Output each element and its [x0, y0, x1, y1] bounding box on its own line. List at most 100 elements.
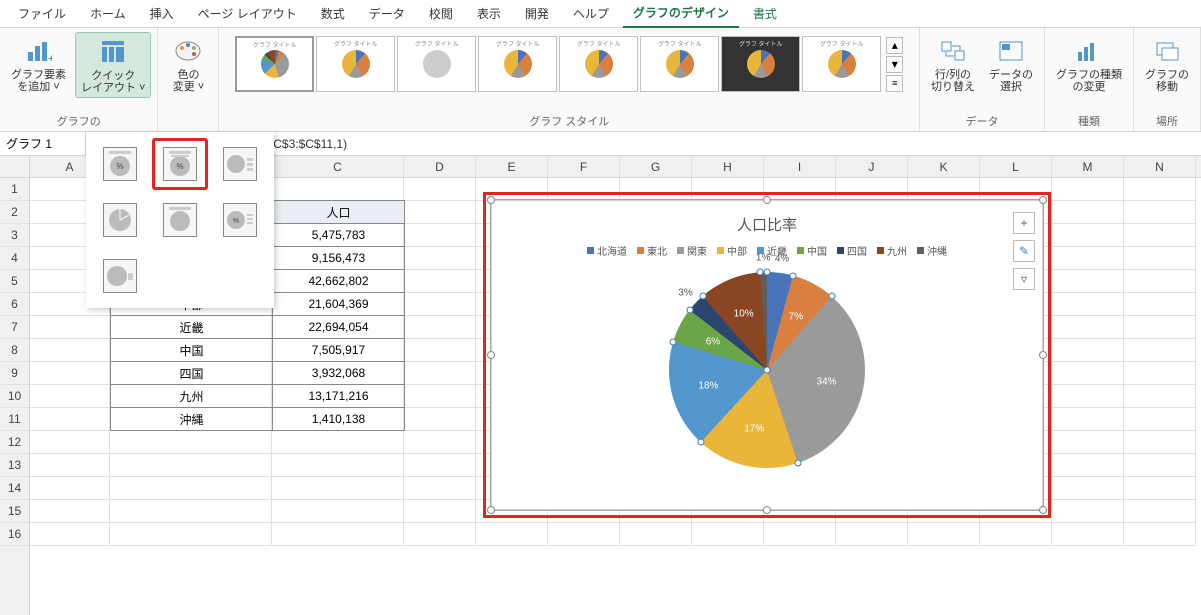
chart-style-7[interactable]: グラフ タイトル	[721, 36, 800, 92]
col-header[interactable]: M	[1052, 156, 1124, 177]
chart-style-8[interactable]: グラフ タイトル	[802, 36, 881, 92]
legend-item[interactable]: 中部	[717, 243, 747, 258]
row-header[interactable]: 6	[0, 293, 29, 316]
col-header[interactable]: C	[272, 156, 404, 177]
cell-pop[interactable]: 5,475,783	[273, 224, 405, 247]
chevron-up-icon[interactable]: ▴	[886, 37, 903, 54]
row-header[interactable]: 4	[0, 247, 29, 270]
row-header[interactable]: 5	[0, 270, 29, 293]
tab-review[interactable]: 校閲	[419, 0, 463, 27]
cell-pop[interactable]: 1,410,138	[273, 408, 405, 431]
series-handle[interactable]	[764, 269, 771, 276]
tab-chart-design[interactable]: グラフのデザイン	[623, 0, 739, 28]
chart-style-gallery[interactable]: グラフ タイトル グラフ タイトル グラフ タイトル グラフ タイトル グラフ …	[233, 32, 905, 96]
chart-style-2[interactable]: グラフ タイトル	[316, 36, 395, 92]
chart-style-1[interactable]: グラフ タイトル	[235, 36, 314, 92]
col-header[interactable]: H	[692, 156, 764, 177]
tab-home[interactable]: ホーム	[80, 0, 136, 27]
layout-option-7[interactable]	[92, 250, 148, 302]
cell-region[interactable]: 四国	[111, 362, 273, 385]
resize-handle[interactable]	[1039, 351, 1047, 359]
switch-row-col-button[interactable]: 行/列の 切り替え	[926, 32, 980, 96]
legend-item[interactable]: 九州	[877, 243, 907, 258]
layout-option-4[interactable]	[92, 194, 148, 246]
col-header[interactable]: L	[980, 156, 1052, 177]
data-label[interactable]: 18%	[698, 381, 718, 392]
chart-style-6[interactable]: グラフ タイトル	[640, 36, 719, 92]
legend-item[interactable]: 東北	[637, 243, 667, 258]
row-header[interactable]: 14	[0, 477, 29, 500]
cell-pop[interactable]: 21,604,369	[273, 293, 405, 316]
pie-chart[interactable]: 4%7%34%17%18%6%3%10%1%	[669, 272, 865, 468]
data-label[interactable]: 17%	[744, 424, 764, 435]
series-handle[interactable]	[670, 339, 677, 346]
col-header[interactable]: K	[908, 156, 980, 177]
data-label[interactable]: 1%	[756, 253, 770, 264]
row-header[interactable]: 16	[0, 523, 29, 546]
select-all-corner[interactable]	[0, 156, 29, 178]
col-header[interactable]: N	[1124, 156, 1196, 177]
layout-option-6[interactable]: %	[212, 194, 268, 246]
resize-handle[interactable]	[763, 196, 771, 204]
move-chart-button[interactable]: グラフの 移動	[1140, 32, 1194, 96]
tab-help[interactable]: ヘルプ	[563, 0, 619, 27]
tab-formulas[interactable]: 数式	[311, 0, 355, 27]
data-label[interactable]: 4%	[775, 254, 789, 265]
resize-handle[interactable]	[487, 506, 495, 514]
legend-item[interactable]: 北海道	[587, 243, 627, 258]
gallery-scroll[interactable]: ▴ ▾ ≡	[883, 36, 903, 92]
row-header[interactable]: 10	[0, 385, 29, 408]
change-chart-type-button[interactable]: グラフの種類 の変更	[1051, 32, 1127, 96]
row-header[interactable]: 15	[0, 500, 29, 523]
tab-developer[interactable]: 開発	[515, 0, 559, 27]
tab-page-layout[interactable]: ページ レイアウト	[188, 0, 307, 27]
resize-handle[interactable]	[1039, 506, 1047, 514]
quick-layout-button[interactable]: クイック レイアウト ˅	[75, 32, 151, 98]
row-header[interactable]: 2	[0, 201, 29, 224]
cell-pop[interactable]: 7,505,917	[273, 339, 405, 362]
select-data-button[interactable]: データの 選択	[984, 32, 1038, 96]
chart-styles-button[interactable]: ✎	[1013, 240, 1035, 262]
cell-pop[interactable]: 42,662,802	[273, 270, 405, 293]
tab-format[interactable]: 書式	[743, 0, 787, 27]
row-header[interactable]: 1	[0, 178, 29, 201]
layout-option-1[interactable]: %	[92, 138, 148, 190]
col-header[interactable]: E	[476, 156, 548, 177]
series-handle[interactable]	[686, 306, 693, 313]
series-handle[interactable]	[790, 272, 797, 279]
data-label[interactable]: 7%	[789, 311, 803, 322]
chart-style-3[interactable]: グラフ タイトル	[397, 36, 476, 92]
series-handle[interactable]	[697, 439, 704, 446]
cell-pop[interactable]: 3,932,068	[273, 362, 405, 385]
cell-pop[interactable]: 9,156,473	[273, 247, 405, 270]
data-label[interactable]: 3%	[678, 288, 692, 299]
cell-region[interactable]: 沖縄	[111, 408, 273, 431]
add-chart-element-button[interactable]: + グラフ要素 を追加 ˅	[6, 32, 71, 96]
col-header[interactable]: F	[548, 156, 620, 177]
series-handle[interactable]	[764, 367, 771, 374]
legend-item[interactable]: 中国	[797, 243, 827, 258]
tab-data[interactable]: データ	[359, 0, 415, 27]
series-handle[interactable]	[699, 293, 706, 300]
tab-file[interactable]: ファイル	[8, 0, 76, 27]
col-header[interactable]: J	[836, 156, 908, 177]
cell-region[interactable]: 中国	[111, 339, 273, 362]
row-header[interactable]: 7	[0, 316, 29, 339]
data-label[interactable]: 10%	[734, 308, 754, 319]
data-label[interactable]: 6%	[706, 337, 720, 348]
cell-region[interactable]: 九州	[111, 385, 273, 408]
data-label[interactable]: 34%	[817, 377, 837, 388]
cell-region[interactable]: 近畿	[111, 316, 273, 339]
series-handle[interactable]	[794, 460, 801, 467]
chart-filters-button[interactable]: ▿	[1013, 268, 1035, 290]
name-box[interactable]: グラフ 1	[0, 132, 86, 155]
resize-handle[interactable]	[487, 351, 495, 359]
legend-item[interactable]: 四国	[837, 243, 867, 258]
col-header[interactable]: D	[404, 156, 476, 177]
chart-elements-button[interactable]: +	[1013, 212, 1035, 234]
series-handle[interactable]	[828, 293, 835, 300]
resize-handle[interactable]	[487, 196, 495, 204]
layout-option-3[interactable]	[212, 138, 268, 190]
chevron-down-icon[interactable]: ▾	[886, 56, 903, 73]
col-header[interactable]: I	[764, 156, 836, 177]
